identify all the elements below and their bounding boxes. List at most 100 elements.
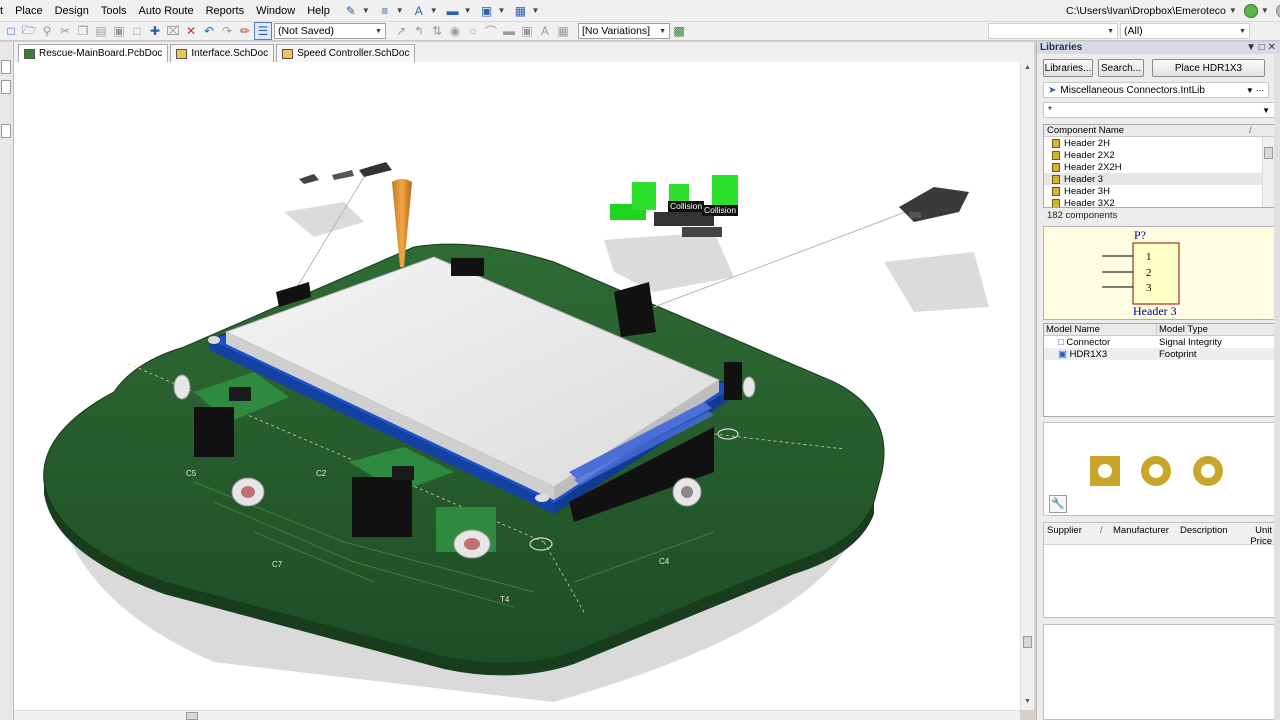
interactive-route-icon[interactable]: ↰ — [410, 22, 428, 40]
libraries-button[interactable]: Libraries... — [1043, 59, 1093, 77]
menu-place[interactable]: Place — [9, 0, 49, 22]
menu-reports[interactable]: Reports — [200, 0, 251, 22]
pad-icon[interactable]: ○ — [464, 22, 482, 40]
table-row[interactable]: □ Connector Signal Integrity — [1044, 336, 1274, 348]
tab-speed-controller[interactable]: Speed Controller.SchDoc — [276, 44, 416, 62]
move-icon[interactable]: ✚ — [146, 22, 164, 40]
schematic-symbol-preview: P? 1 2 3 Header 3 — [1043, 226, 1275, 320]
list-item[interactable]: Header 2X2 — [1044, 149, 1274, 161]
scroll-thumb[interactable] — [1264, 147, 1273, 159]
supplier-table[interactable]: Supplier / Manufacturer Description Unit… — [1043, 522, 1275, 618]
chart-icon[interactable]: ✎ — [342, 2, 360, 20]
manufacturer-header[interactable]: Manufacturer — [1113, 525, 1169, 536]
back-icon[interactable] — [1275, 4, 1280, 18]
undo-icon[interactable]: ↶ — [200, 22, 218, 40]
list-item-selected[interactable]: Header 3 — [1044, 173, 1274, 185]
forward-icon[interactable] — [1243, 4, 1258, 18]
panel-controls[interactable]: ▼ □ ✕ — [1246, 42, 1280, 54]
chevron-down-icon[interactable]: ▼ — [1261, 2, 1269, 20]
project-path[interactable]: C:\Users\Ivan\Dropbox\Emeroteco ▼ ▼ ▼ — [1066, 2, 1280, 20]
wrench-icon[interactable]: 🔧 — [1049, 495, 1067, 513]
viewport-vertical-scrollbar[interactable]: ▲ ▼ — [1020, 62, 1034, 710]
menu-window[interactable]: Window — [250, 0, 301, 22]
chevron-down-icon[interactable]: ▼ — [531, 6, 539, 15]
route-icon[interactable]: ↗ — [392, 22, 410, 40]
variations-select[interactable]: [No Variations] ▼ — [578, 23, 670, 39]
panel-scrollbar[interactable] — [1274, 54, 1280, 720]
supplier-header[interactable]: Supplier — [1047, 525, 1082, 536]
library-select[interactable]: ➤ Miscellaneous Connectors.IntLib ▼ ⋯ — [1043, 82, 1269, 98]
model-name-header[interactable]: Model Name — [1044, 324, 1157, 335]
open-icon[interactable]: 🗁 — [20, 22, 38, 40]
copy-icon[interactable]: ❐ — [74, 22, 92, 40]
new-icon[interactable]: □ — [2, 22, 20, 40]
deselect-icon[interactable]: ⌧ — [164, 22, 182, 40]
list-item[interactable]: Header 2X2H — [1044, 161, 1274, 173]
ruler-icon[interactable]: ▬ — [444, 2, 462, 20]
model-list[interactable]: Model Name Model Type □ Connector Signal… — [1043, 323, 1275, 417]
component-icon — [1052, 174, 1060, 184]
string-icon[interactable]: A — [536, 22, 554, 40]
scroll-thumb[interactable] — [1023, 636, 1032, 648]
text-icon[interactable]: A — [410, 2, 428, 20]
model-type-header[interactable]: Model Type — [1157, 324, 1208, 335]
menu-auto-route[interactable]: Auto Route — [133, 0, 200, 22]
chevron-down-icon: ▼ ⋯ — [1245, 85, 1264, 95]
pcb-3d-viewport[interactable]: C5 C7 C2 C4 T4 Collision Collision — [14, 62, 1020, 710]
table-row[interactable]: ▣ HDR1X3 Footprint — [1044, 348, 1274, 360]
saved-state-select[interactable]: (Not Saved) ▼ — [274, 23, 386, 39]
chevron-down-icon[interactable]: ▼ — [498, 6, 506, 15]
rubber-stamp-icon[interactable]: ▣ — [110, 22, 128, 40]
chevron-down-icon[interactable]: ▼ — [430, 6, 438, 15]
place-component-button[interactable]: Place HDR1X3 — [1152, 59, 1265, 77]
menu-project[interactable]: t — [0, 0, 9, 22]
menu-help[interactable]: Help — [301, 0, 336, 22]
panel-tab-pcb[interactable] — [1, 124, 11, 138]
align-icon[interactable]: ≡ — [376, 2, 394, 20]
chevron-down-icon[interactable]: ▼ — [362, 6, 370, 15]
fill-icon[interactable]: ▬ — [500, 22, 518, 40]
chevron-down-icon[interactable]: ▼ — [396, 6, 404, 15]
zoom-icon[interactable]: ⚲ — [38, 22, 56, 40]
component-list-header[interactable]: Component Name / — [1044, 125, 1274, 137]
pencil-icon[interactable]: ✏ — [236, 22, 254, 40]
tab-interface[interactable]: Interface.SchDoc — [170, 44, 275, 62]
list-item[interactable]: Header 3X2 — [1044, 197, 1274, 207]
supplier-table-header: Supplier / Manufacturer Description Unit… — [1044, 523, 1274, 547]
component-filter-input[interactable]: * ▼ — [1043, 102, 1275, 118]
scroll-down-icon[interactable]: ▼ — [1024, 698, 1031, 705]
cut-icon[interactable]: ✂ — [56, 22, 74, 40]
search-button[interactable]: Search... — [1098, 59, 1144, 77]
component-list-scrollbar[interactable] — [1262, 137, 1274, 207]
description-header[interactable]: Description — [1180, 525, 1228, 536]
menu-design[interactable]: Design — [49, 0, 95, 22]
redo-icon[interactable]: ↷ — [218, 22, 236, 40]
component-icon[interactable]: ▦ — [554, 22, 572, 40]
browse-icon[interactable]: ☰ — [254, 22, 272, 40]
filter-all-select[interactable]: (All) ▼ — [1120, 23, 1250, 39]
panel-tab-navigator[interactable] — [1, 80, 11, 94]
menu-tools[interactable]: Tools — [95, 0, 133, 22]
scroll-up-icon[interactable]: ▲ — [1024, 64, 1031, 71]
viewport-horizontal-scrollbar[interactable] — [14, 710, 1020, 720]
tab-rescue-mainboard[interactable]: Rescue-MainBoard.PcbDoc — [18, 44, 169, 62]
grid-icon[interactable]: ▦ — [511, 2, 529, 20]
panel-tab-projects[interactable] — [1, 60, 11, 74]
clear-icon[interactable]: ✕ — [182, 22, 200, 40]
component-list[interactable]: Component Name / Header 2H Header 2X2 He… — [1043, 124, 1275, 208]
chevron-down-icon[interactable]: ▼ — [464, 6, 472, 15]
list-item[interactable]: Header 2H — [1044, 137, 1274, 149]
polygon-icon[interactable]: ▣ — [518, 22, 536, 40]
arc-icon[interactable]: ⌒ — [482, 22, 500, 40]
diff-pair-icon[interactable]: ⇅ — [428, 22, 446, 40]
via-icon[interactable]: ◉ — [446, 22, 464, 40]
paste-icon[interactable]: ▤ — [92, 22, 110, 40]
scroll-thumb[interactable] — [186, 712, 198, 720]
chevron-down-icon[interactable]: ▼ — [1229, 2, 1237, 20]
list-item[interactable]: Header 3H — [1044, 185, 1274, 197]
filter-mask-select[interactable]: ▼ — [988, 23, 1118, 39]
board-icon[interactable]: ▩ — [670, 22, 688, 40]
unit-price-header[interactable]: Unit Price — [1244, 525, 1272, 547]
select-area-icon[interactable]: □ — [128, 22, 146, 40]
room-icon[interactable]: ▣ — [478, 2, 496, 20]
